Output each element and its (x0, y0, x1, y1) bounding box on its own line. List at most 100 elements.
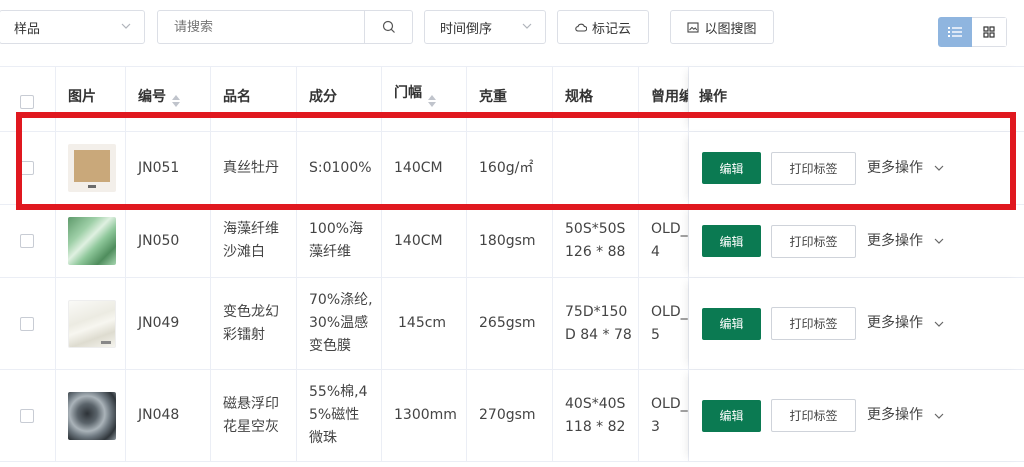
code-cell: JN051 (126, 132, 211, 204)
fabric-thumbnail[interactable] (68, 299, 116, 348)
header-label: 编号 (138, 89, 166, 105)
spec-cell: 40S*40S 118 * 82 (553, 370, 639, 461)
old-code-cell: OLD_43 (639, 370, 689, 461)
category-select-value: 样品 (14, 21, 41, 37)
more-actions-label: 更多操作 (867, 159, 923, 176)
name-cell: 海藻纤维 沙滩白 (211, 205, 297, 277)
chevron-down-icon (934, 165, 944, 171)
table-row: JN049 变色龙幻 彩镭射 70%涤纶, 30%温感 变色膜 145cm 265gs… (0, 278, 1024, 370)
print-label-button[interactable]: 打印标签 (771, 307, 856, 340)
header-label: 规格 (565, 89, 593, 105)
fabric-thumbnail[interactable] (68, 144, 116, 192)
table-row: JN050 海藻纤维 沙滩白 100%海 藻纤维 140CM 180gsm 50S*… (0, 205, 1024, 278)
edit-button[interactable]: 编辑 (702, 307, 761, 340)
composition-cell: 55%棉,4 5%磁性 微珠 (297, 370, 382, 461)
row-checkbox[interactable] (20, 408, 34, 423)
search-input[interactable] (158, 11, 364, 43)
sort-select[interactable]: 时间倒序 (424, 10, 546, 44)
header-label: 成分 (309, 89, 337, 105)
toolbar: 样品 时间倒序 标记云 以图搜图 (0, 0, 1024, 60)
chevron-down-icon (522, 23, 532, 29)
composition-cell: 70%涤纶, 30%温感 变色膜 (297, 278, 382, 369)
image-cell (56, 370, 126, 461)
name-cell: 变色龙幻 彩镭射 (211, 278, 297, 369)
header-label: 图片 (68, 89, 96, 105)
fabric-thumbnail[interactable] (68, 391, 116, 440)
actions-cell: 编辑 打印标签 更多操作 (689, 132, 1024, 204)
edit-button[interactable]: 编辑 (702, 152, 761, 184)
more-actions-dropdown[interactable]: 更多操作 (867, 312, 945, 335)
more-actions-dropdown[interactable]: 更多操作 (867, 230, 945, 253)
code-cell: JN048 (126, 370, 211, 461)
header-old-code: 曾用编 (639, 67, 689, 131)
chevron-down-icon (934, 238, 944, 244)
image-search-button[interactable]: 以图搜图 (670, 10, 774, 44)
table-header: 图片 编号 品名 成分 门幅 克重 规格 曾用编 操作 (0, 66, 1024, 132)
header-checkbox-cell (0, 67, 56, 131)
print-label-button[interactable]: 打印标签 (771, 399, 856, 432)
sort-icon[interactable] (172, 95, 180, 107)
header-label: 曾用编 (651, 89, 689, 105)
fabric-thumbnail[interactable] (68, 217, 116, 265)
row-checkbox[interactable] (20, 161, 34, 175)
chevron-down-icon (934, 321, 944, 327)
search-box (157, 10, 413, 44)
name-cell: 真丝牡丹 (211, 132, 297, 204)
composition-cell: 100%海 藻纤维 (297, 205, 382, 277)
sort-icon[interactable] (428, 95, 436, 107)
row-checkbox[interactable] (20, 316, 34, 331)
weight-cell: 180gsm (467, 205, 553, 277)
spec-cell: 75D*150 D 84 * 78 (553, 278, 639, 369)
header-weight: 克重 (467, 67, 553, 131)
header-label: 克重 (479, 89, 507, 105)
image-search-label: 以图搜图 (704, 21, 757, 37)
width-cell: 145cm (382, 278, 467, 369)
edit-button[interactable]: 编辑 (702, 399, 761, 432)
view-toggle (938, 17, 1007, 47)
print-label-button[interactable]: 打印标签 (771, 151, 856, 185)
list-view-button[interactable] (938, 17, 972, 47)
row-checkbox[interactable] (20, 234, 34, 248)
row-checkbox-cell (0, 278, 56, 369)
actions-cell: 编辑 打印标签 更多操作 (689, 205, 1024, 277)
list-icon (948, 27, 962, 37)
more-actions-label: 更多操作 (867, 232, 923, 249)
row-checkbox-cell (0, 205, 56, 277)
more-actions-dropdown[interactable]: 更多操作 (867, 157, 945, 180)
grid-icon (983, 26, 995, 38)
sort-select-value: 时间倒序 (440, 21, 493, 37)
table-row: JN048 磁悬浮印 花星空灰 55%棉,4 5%磁性 微珠 1300mm 270gs… (0, 370, 1024, 462)
search-icon (382, 20, 395, 33)
select-all-checkbox[interactable] (20, 95, 34, 109)
category-select[interactable]: 样品 (0, 10, 145, 44)
tag-cloud-button[interactable]: 标记云 (557, 10, 649, 44)
chevron-down-icon (934, 413, 944, 419)
width-cell: 140CM (382, 205, 467, 277)
code-cell: JN050 (126, 205, 211, 277)
header-composition: 成分 (297, 67, 382, 131)
header-image: 图片 (56, 67, 126, 131)
row-checkbox-cell (0, 370, 56, 461)
composition-cell: S:0100% (297, 132, 382, 204)
edit-button[interactable]: 编辑 (702, 225, 761, 257)
search-button[interactable] (364, 11, 412, 43)
more-actions-label: 更多操作 (867, 407, 923, 423)
more-actions-label: 更多操作 (867, 315, 923, 331)
more-actions-dropdown[interactable]: 更多操作 (867, 404, 945, 427)
width-cell: 140CM (382, 132, 467, 204)
image-cell (56, 132, 126, 204)
tag-cloud-label: 标记云 (591, 21, 631, 37)
header-label: 品名 (223, 89, 251, 105)
spec-cell (553, 132, 639, 204)
spec-cell: 50S*50S 126 * 88 (553, 205, 639, 277)
print-label-button[interactable]: 打印标签 (771, 224, 856, 258)
row-checkbox-cell (0, 132, 56, 204)
image-cell (56, 205, 126, 277)
header-code[interactable]: 编号 (126, 67, 211, 131)
actions-cell: 编辑 打印标签 更多操作 (689, 278, 1024, 369)
grid-view-button[interactable] (972, 17, 1007, 47)
weight-cell: 270gsm (467, 370, 553, 461)
header-width[interactable]: 门幅 (382, 67, 467, 131)
image-cell (56, 278, 126, 369)
chevron-down-icon (121, 23, 131, 29)
